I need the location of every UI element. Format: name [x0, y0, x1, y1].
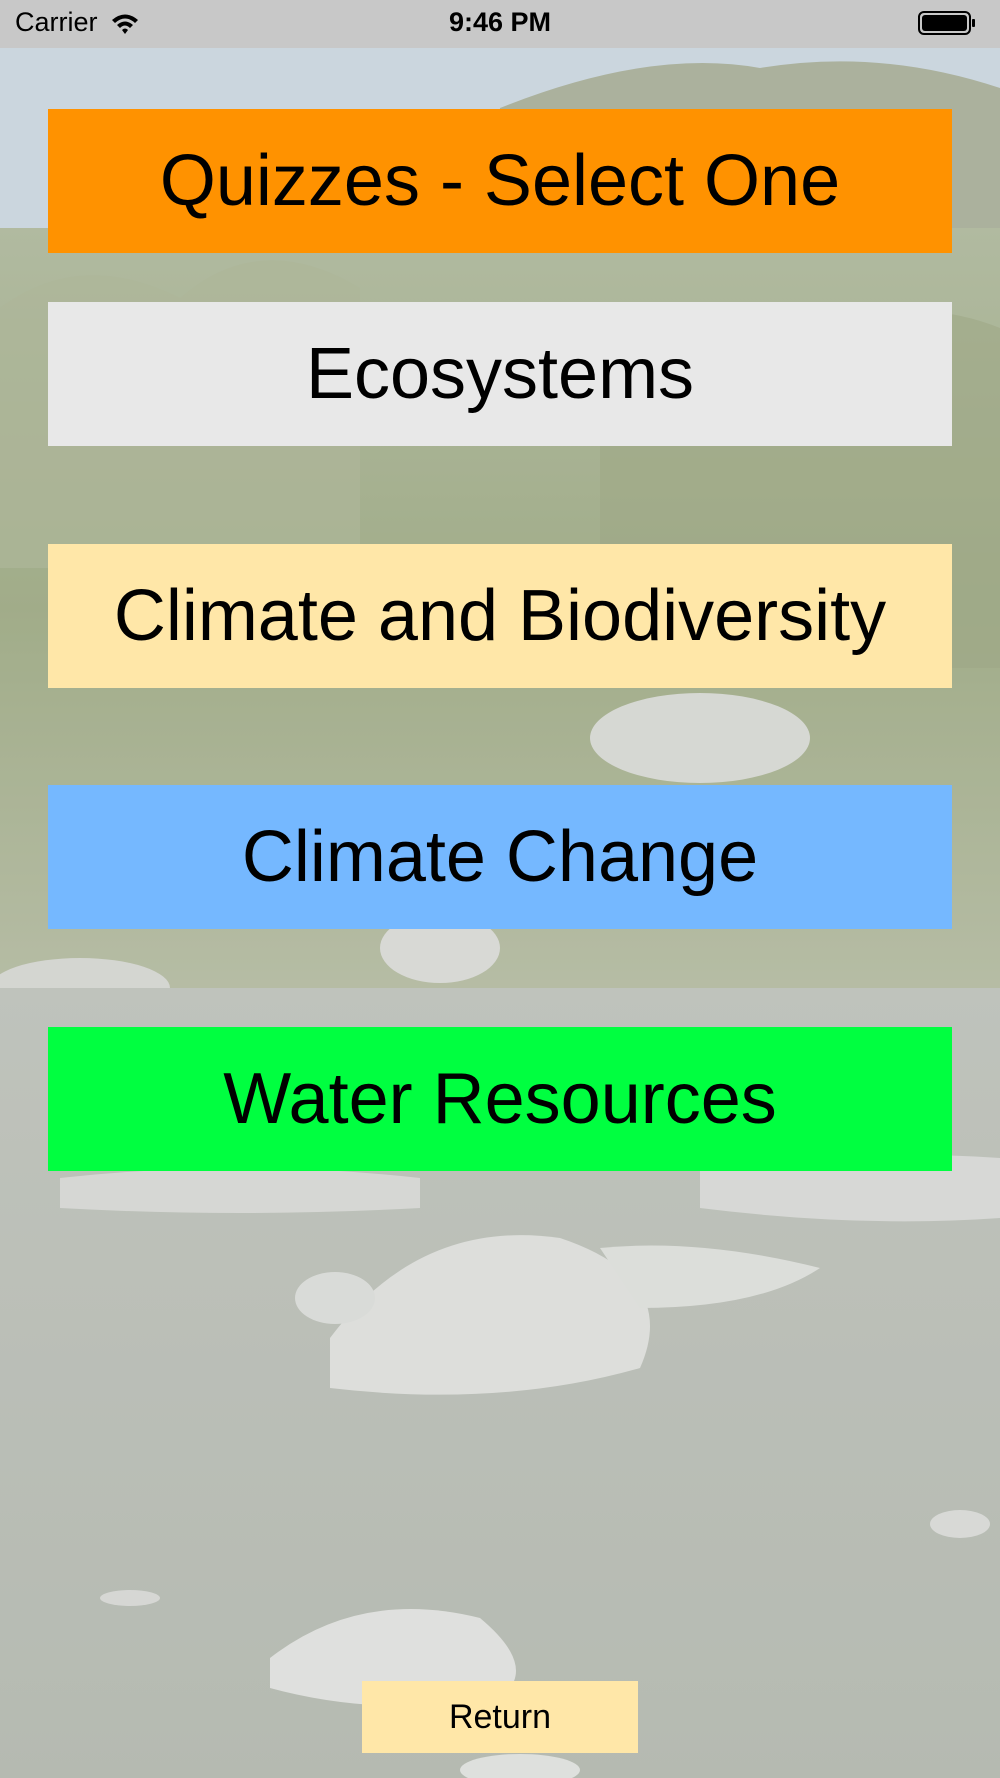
- page-title: Quizzes - Select One: [159, 141, 841, 221]
- quiz-button-climate-change[interactable]: Climate Change: [48, 785, 952, 929]
- quiz-button-climate-biodiversity[interactable]: Climate and Biodiversity: [48, 544, 952, 688]
- status-time: 9:46 PM: [448, 7, 552, 37]
- status-bar: Carrier 9:46 PM: [0, 0, 1000, 48]
- quiz-label-climate-biodiversity: Climate and Biodiversity: [113, 576, 887, 656]
- battery-full-icon: [918, 11, 975, 35]
- page-title-banner: Quizzes - Select One: [48, 109, 952, 253]
- quiz-label-water-resources: Water Resources: [223, 1059, 777, 1139]
- quiz-label-climate-change: Climate Change: [241, 817, 759, 897]
- return-label: Return: [448, 1697, 552, 1736]
- quiz-button-ecosystems[interactable]: Ecosystems: [48, 302, 952, 446]
- return-button[interactable]: Return: [362, 1681, 638, 1753]
- quiz-label-ecosystems: Ecosystems: [305, 334, 695, 414]
- quiz-button-water-resources[interactable]: Water Resources: [48, 1027, 952, 1171]
